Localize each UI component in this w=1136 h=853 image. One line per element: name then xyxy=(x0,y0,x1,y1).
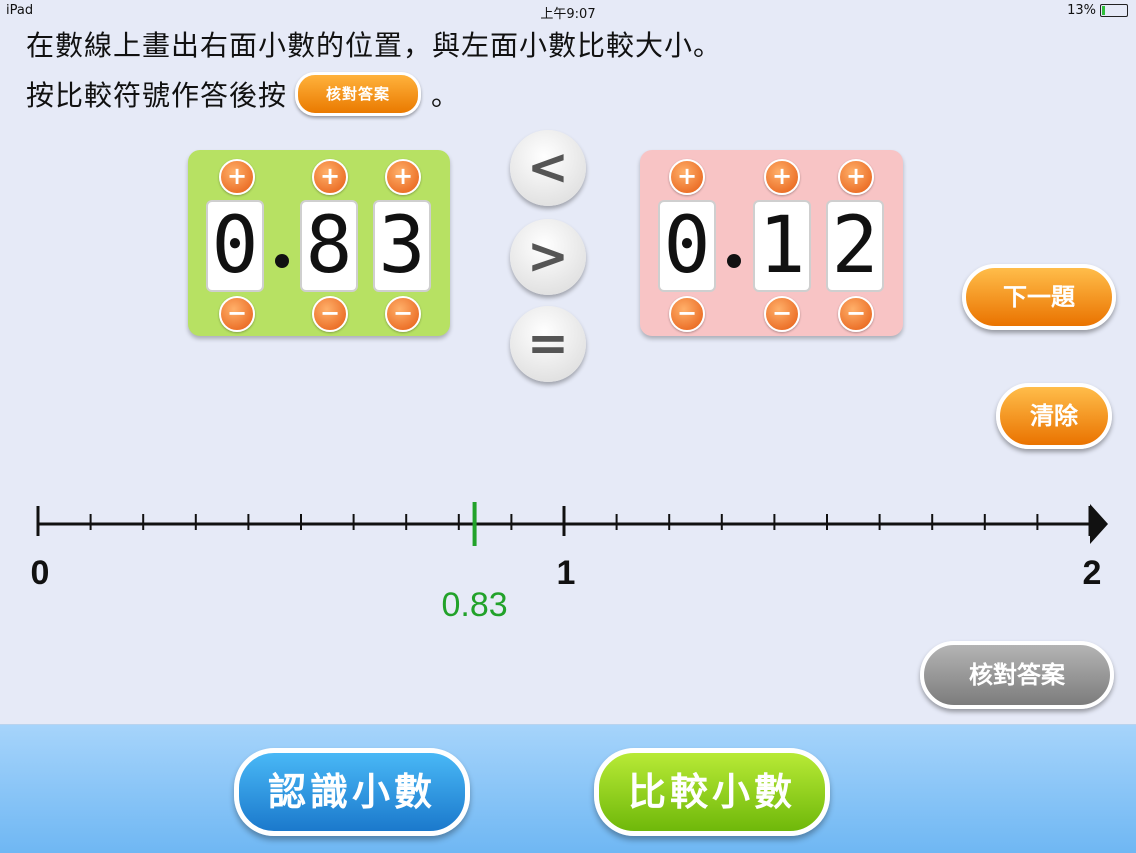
left-ones-minus-button[interactable]: − xyxy=(219,296,255,332)
left-hundredths-digit: 3 xyxy=(373,200,431,292)
left-decimal-point xyxy=(275,254,289,268)
right-ones-digit: 0 xyxy=(658,200,716,292)
number-line-arrow-icon xyxy=(1090,504,1108,544)
clock: 上午9:07 xyxy=(540,7,596,22)
right-ones-minus-button[interactable]: − xyxy=(669,296,705,332)
number-line-label-1: 1 xyxy=(557,554,576,592)
compare-decimals-tab[interactable]: 比較小數 xyxy=(594,748,830,836)
battery-percent: 13% xyxy=(1067,3,1096,18)
check-answer-button[interactable]: 核對答案 xyxy=(920,641,1114,709)
number-line-label-2: 2 xyxy=(1083,554,1102,592)
number-line-ticks xyxy=(36,506,1092,536)
right-hundredths-plus-button[interactable]: + xyxy=(838,159,874,195)
battery-icon xyxy=(1100,4,1128,17)
left-hundredths-plus-button[interactable]: + xyxy=(385,159,421,195)
right-tenths-digit: 1 xyxy=(753,200,811,292)
clear-button[interactable]: 清除 xyxy=(996,383,1112,449)
right-decimal-panel: + + + 0 1 2 − − − xyxy=(640,150,903,336)
learn-decimals-tab[interactable]: 認識小數 xyxy=(234,748,470,836)
number-line[interactable]: 0 1 2 0.83 xyxy=(0,490,1136,630)
right-hundredths-minus-button[interactable]: − xyxy=(838,296,874,332)
equal-button[interactable]: = xyxy=(510,306,586,382)
left-hundredths-minus-button[interactable]: − xyxy=(385,296,421,332)
greater-than-button[interactable]: > xyxy=(510,219,586,295)
left-tenths-digit: 8 xyxy=(300,200,358,292)
instruction-line-2: 按比較符號作答後按 核對答案 。 xyxy=(26,72,460,116)
less-than-button[interactable]: < xyxy=(510,130,586,206)
instruction-line-1: 在數線上畫出右面小數的位置，與左面小數比較大小。 xyxy=(26,29,723,62)
instruction-suffix: 。 xyxy=(431,79,461,112)
next-question-button[interactable]: 下一題 xyxy=(962,264,1116,330)
right-tenths-plus-button[interactable]: + xyxy=(764,159,800,195)
number-line-marker-label: 0.83 xyxy=(441,586,507,624)
right-hundredths-digit: 2 xyxy=(826,200,884,292)
left-decimal-panel: + + + 0 8 3 − − − xyxy=(188,150,450,336)
left-ones-plus-button[interactable]: + xyxy=(219,159,255,195)
left-ones-digit: 0 xyxy=(206,200,264,292)
right-decimal-point xyxy=(727,254,741,268)
left-tenths-plus-button[interactable]: + xyxy=(312,159,348,195)
number-line-label-0: 0 xyxy=(31,554,50,592)
instruction-prefix: 按比較符號作答後按 xyxy=(26,79,288,112)
bottom-navigation-bar xyxy=(0,724,1136,853)
inline-check-answer-button: 核對答案 xyxy=(295,72,422,116)
left-tenths-minus-button[interactable]: − xyxy=(312,296,348,332)
right-ones-plus-button[interactable]: + xyxy=(669,159,705,195)
right-tenths-minus-button[interactable]: − xyxy=(764,296,800,332)
battery-status: 13% xyxy=(1067,3,1128,18)
status-bar: iPad 上午9:07 13% xyxy=(0,0,1136,22)
